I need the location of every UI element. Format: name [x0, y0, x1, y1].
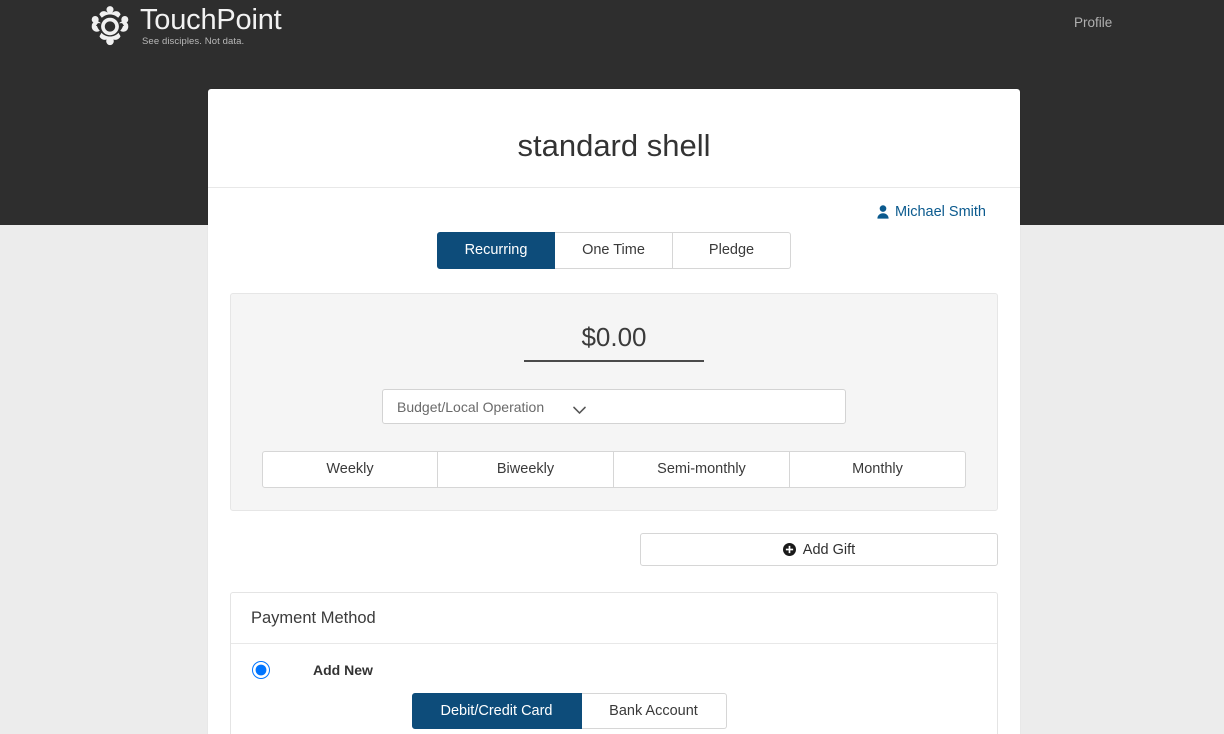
- amount-row: [249, 320, 979, 362]
- payment-type-debit-credit-card[interactable]: Debit/Credit Card: [411, 693, 582, 729]
- giving-form-card: standard shell Michael Smith Recurring O…: [208, 89, 1020, 734]
- page-root: TouchPoint See disciples. Not data. Prof…: [0, 0, 1224, 734]
- donor-link[interactable]: Michael Smith: [877, 204, 986, 220]
- tab-one-time[interactable]: One Time: [555, 232, 673, 269]
- touchpoint-circle-people-logo-icon: [88, 5, 132, 47]
- payment-type-button-group: Debit/Credit Card Bank Account: [161, 693, 977, 729]
- brand-logo[interactable]: TouchPoint See disciples. Not data.: [88, 4, 282, 48]
- add-gift-label: Add Gift: [802, 541, 856, 558]
- donor-row: Michael Smith: [230, 188, 998, 222]
- user-icon: [877, 205, 889, 219]
- gift-amount-input[interactable]: [524, 320, 704, 362]
- brand-text: TouchPoint See disciples. Not data.: [140, 5, 282, 48]
- brand-tagline: See disciples. Not data.: [142, 35, 245, 47]
- frequency-button-group: Weekly Biweekly Semi-monthly Monthly: [249, 451, 979, 488]
- frequency-monthly[interactable]: Monthly: [790, 451, 966, 488]
- brand-title: TouchPoint: [140, 3, 282, 36]
- add-new-radio[interactable]: [252, 661, 270, 679]
- donor-name: Michael Smith: [894, 204, 986, 220]
- frequency-semi-monthly[interactable]: Semi-monthly: [614, 451, 790, 488]
- add-gift-row: Add Gift: [230, 533, 998, 566]
- payment-method-title: Payment Method: [231, 593, 997, 644]
- card-body: Michael Smith Recurring One Time Pledge …: [208, 188, 1020, 734]
- payment-method-panel: Payment Method Add New Debit/Credit Card…: [230, 592, 998, 734]
- add-new-row: Add New: [251, 658, 977, 679]
- nav-profile-link[interactable]: Profile: [1074, 15, 1112, 30]
- payment-method-body: Add New Debit/Credit Card Bank Account C…: [231, 644, 997, 734]
- fund-row: Budget/Local Operation: [249, 389, 979, 424]
- tab-pledge[interactable]: Pledge: [673, 232, 791, 269]
- tab-recurring[interactable]: Recurring: [437, 232, 555, 269]
- gift-entry-panel: Budget/Local Operation Weekly Biweekly S…: [230, 293, 998, 511]
- add-gift-button[interactable]: Add Gift: [640, 533, 998, 566]
- plus-circle-icon: [782, 543, 796, 556]
- payment-type-bank-account[interactable]: Bank Account: [581, 693, 727, 729]
- page-title: standard shell: [208, 89, 1020, 188]
- add-new-label: Add New: [313, 662, 373, 678]
- gift-type-tabs: Recurring One Time Pledge: [230, 232, 998, 269]
- fund-select[interactable]: Budget/Local Operation: [382, 389, 846, 424]
- frequency-biweekly[interactable]: Biweekly: [438, 451, 614, 488]
- frequency-weekly[interactable]: Weekly: [262, 451, 438, 488]
